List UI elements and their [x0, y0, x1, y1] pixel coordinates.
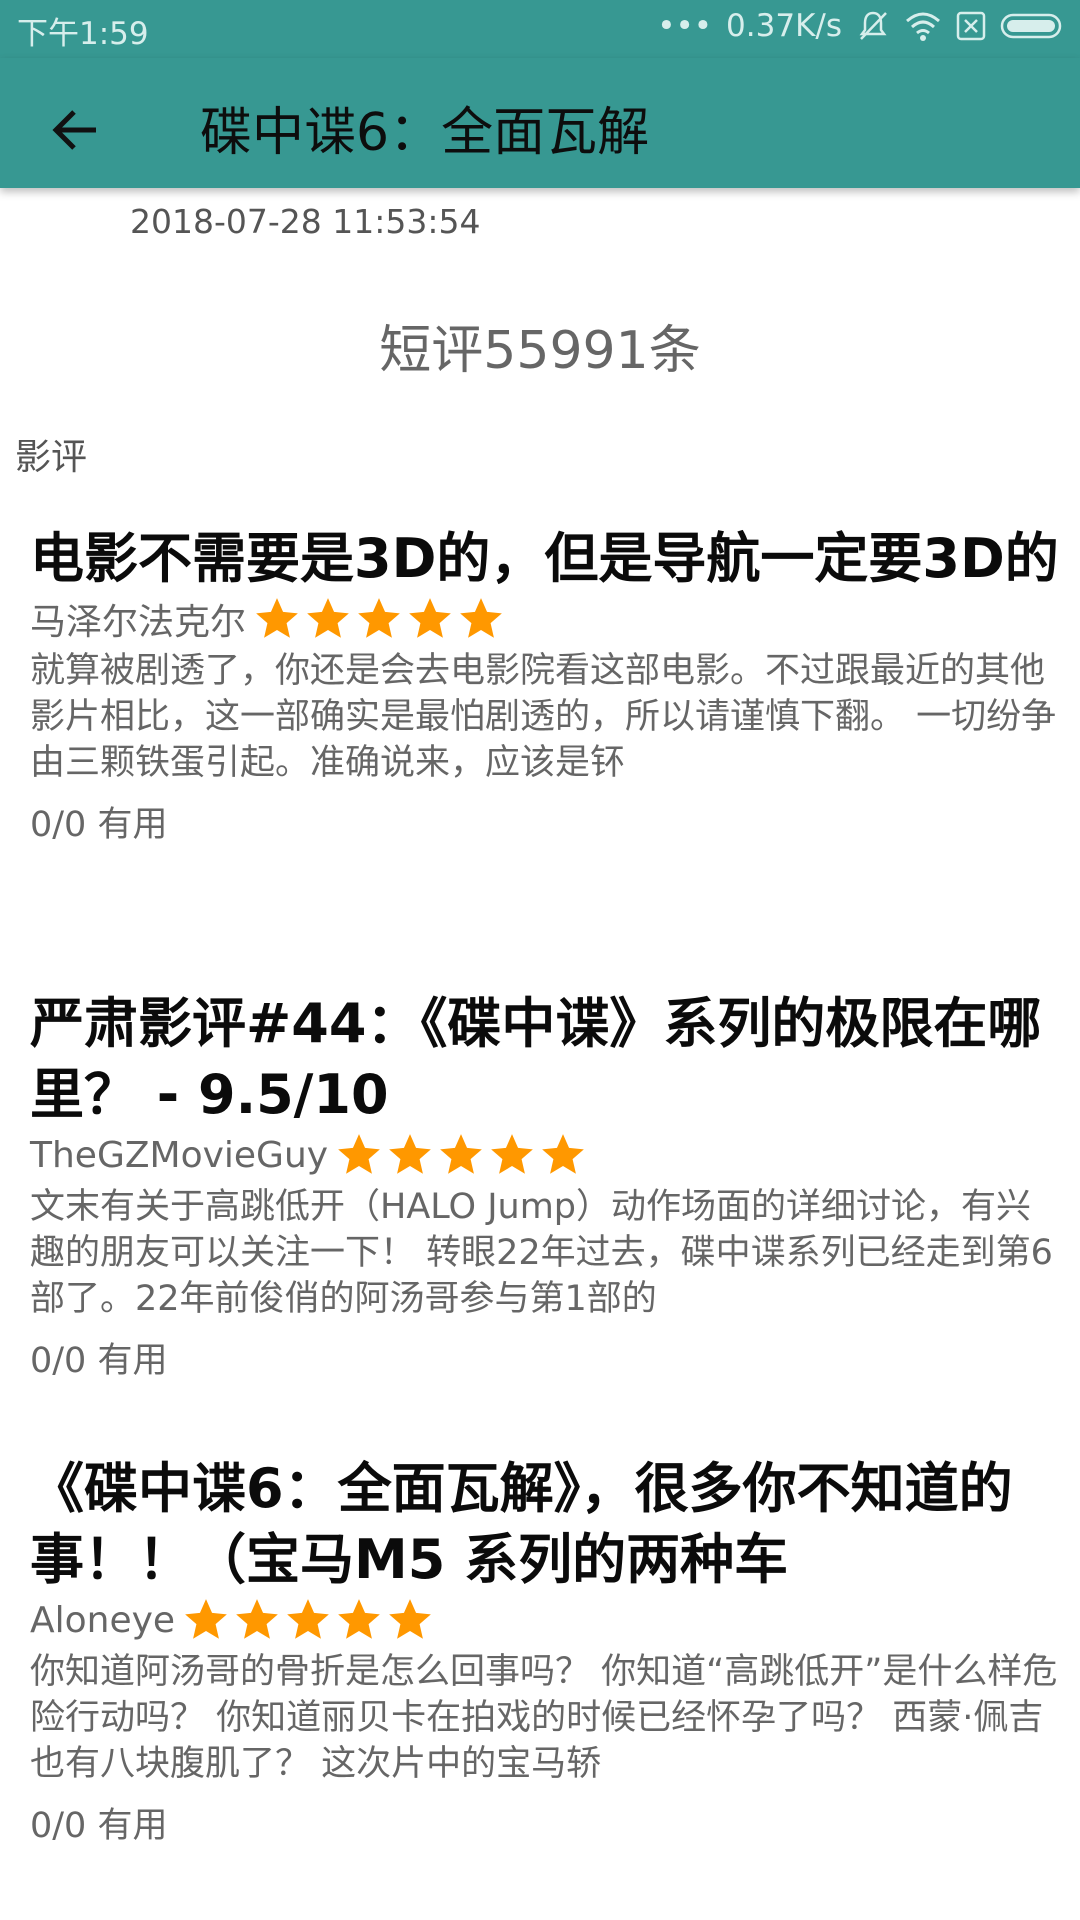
star-icon: [460, 598, 502, 638]
useful-count[interactable]: 0/0 有用: [30, 796, 1060, 847]
review-title[interactable]: 电影不需要是3D的，但是导航一定要3D的: [30, 523, 1060, 594]
wifi-icon: [906, 12, 940, 41]
star-icon: [307, 598, 349, 638]
battery-icon: [1000, 13, 1062, 39]
star-icon: [287, 1599, 329, 1639]
rating-stars: [334, 1130, 589, 1180]
review-meta: 马泽尔法克尔: [30, 594, 1060, 644]
short-review-count[interactable]: 短评55991条: [0, 308, 1080, 383]
star-icon: [542, 1134, 584, 1174]
star-icon: [409, 598, 451, 638]
star-icon: [389, 1134, 431, 1174]
post-timestamp: 2018-07-28 11:53:54: [130, 202, 481, 241]
star-icon: [256, 598, 298, 638]
section-label: 影评: [15, 437, 88, 478]
no-sim-icon: [956, 11, 986, 41]
status-icons: ••• 0.37K/s: [657, 8, 1066, 44]
review-item[interactable]: 《碟中谍6：全面瓦解》，很多你不知道的事！！（宝马M5 系列的两种车 Alone…: [30, 1453, 1060, 1848]
rating-stars: [181, 1595, 436, 1645]
review-author: 马泽尔法克尔: [30, 602, 247, 643]
mute-icon: [859, 11, 887, 40]
review-item[interactable]: 电影不需要是3D的，但是导航一定要3D的 马泽尔法克尔 就算被剧透了，你还是会去…: [30, 523, 1060, 847]
more-dots-icon: •••: [657, 8, 713, 44]
back-arrow-icon[interactable]: [48, 102, 104, 158]
review-title[interactable]: 严肃影评#44：《碟中谍》系列的极限在哪里？ - 9.5/10: [30, 988, 1060, 1130]
review-meta: TheGZMovieGuy: [30, 1130, 1060, 1180]
status-time: 下午1:59: [17, 16, 149, 52]
status-bar: 下午1:59 ••• 0.37K/s: [0, 0, 1080, 58]
review-excerpt: 文末有关于高跳低开（HALO Jump）动作场面的详细讨论，有兴趣的朋友可以关注…: [30, 1187, 1053, 1319]
review-title[interactable]: 《碟中谍6：全面瓦解》，很多你不知道的事！！（宝马M5 系列的两种车: [30, 1453, 1060, 1595]
star-icon: [185, 1599, 227, 1639]
star-icon: [389, 1599, 431, 1639]
network-speed: 0.37K/s: [726, 8, 842, 44]
star-icon: [236, 1599, 278, 1639]
useful-count[interactable]: 0/0 有用: [30, 1332, 1060, 1383]
star-icon: [440, 1134, 482, 1174]
review-meta: Aloneye: [30, 1595, 1060, 1645]
star-icon: [338, 1599, 380, 1639]
review-author: TheGZMovieGuy: [30, 1134, 329, 1176]
review-item[interactable]: 严肃影评#44：《碟中谍》系列的极限在哪里？ - 9.5/10 TheGZMov…: [30, 988, 1060, 1383]
star-icon: [491, 1134, 533, 1174]
star-icon: [358, 598, 400, 638]
page-title: 碟中谍6：全面瓦解: [200, 103, 650, 163]
useful-count[interactable]: 0/0 有用: [30, 1797, 1060, 1848]
app-bar: 碟中谍6：全面瓦解: [0, 58, 1080, 188]
review-author: Aloneye: [30, 1599, 176, 1641]
review-excerpt: 你知道阿汤哥的骨折是怎么回事吗？ 你知道“高跳低开”是什么样危险行动吗？ 你知道…: [30, 1652, 1058, 1784]
rating-stars: [252, 594, 507, 644]
review-excerpt: 就算被剧透了，你还是会去电影院看这部电影。不过跟最近的其他影片相比，这一部确实是…: [30, 651, 1057, 783]
star-icon: [338, 1134, 380, 1174]
